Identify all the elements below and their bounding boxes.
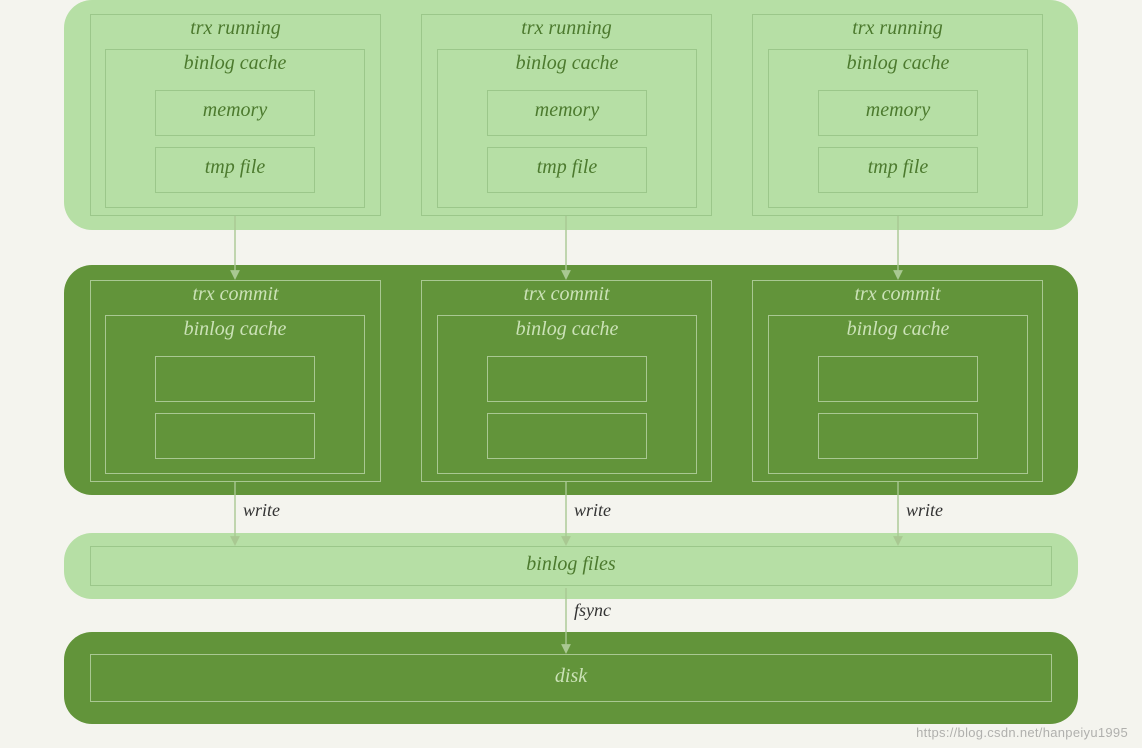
- memory-box-1: memory: [155, 90, 315, 136]
- tmpfile-box-2: tmp file: [487, 147, 647, 193]
- memory-label: memory: [488, 91, 646, 122]
- binlog-cache-title: binlog cache: [106, 316, 364, 341]
- write-label-3: write: [906, 500, 943, 521]
- trx-running-title: trx running: [91, 15, 380, 40]
- memory-label: memory: [819, 91, 977, 122]
- commit-empty-top-3: [818, 356, 978, 402]
- tmpfile-box-1: tmp file: [155, 147, 315, 193]
- disk-label: disk: [91, 655, 1051, 688]
- trx-commit-title: trx commit: [753, 281, 1042, 306]
- watermark: https://blog.csdn.net/hanpeiyu1995: [916, 725, 1128, 740]
- tmpfile-label: tmp file: [156, 148, 314, 179]
- binlog-cache-title: binlog cache: [438, 316, 696, 341]
- trx-running-title: trx running: [753, 15, 1042, 40]
- trx-commit-title: trx commit: [91, 281, 380, 306]
- commit-empty-bot-3: [818, 413, 978, 459]
- tmpfile-box-3: tmp file: [818, 147, 978, 193]
- binlog-files-box: binlog files: [90, 546, 1052, 586]
- binlog-cache-title: binlog cache: [769, 316, 1027, 341]
- trx-running-title: trx running: [422, 15, 711, 40]
- binlog-cache-title: binlog cache: [769, 50, 1027, 75]
- write-label-2: write: [574, 500, 611, 521]
- commit-empty-bot-2: [487, 413, 647, 459]
- commit-empty-top-2: [487, 356, 647, 402]
- binlog-cache-title: binlog cache: [438, 50, 696, 75]
- commit-empty-bot-1: [155, 413, 315, 459]
- tmpfile-label: tmp file: [488, 148, 646, 179]
- disk-box: disk: [90, 654, 1052, 702]
- binlog-cache-title: binlog cache: [106, 50, 364, 75]
- write-label-1: write: [243, 500, 280, 521]
- memory-box-3: memory: [818, 90, 978, 136]
- memory-box-2: memory: [487, 90, 647, 136]
- binlog-files-label: binlog files: [91, 547, 1051, 576]
- memory-label: memory: [156, 91, 314, 122]
- tmpfile-label: tmp file: [819, 148, 977, 179]
- fsync-label: fsync: [574, 600, 611, 621]
- commit-empty-top-1: [155, 356, 315, 402]
- trx-commit-title: trx commit: [422, 281, 711, 306]
